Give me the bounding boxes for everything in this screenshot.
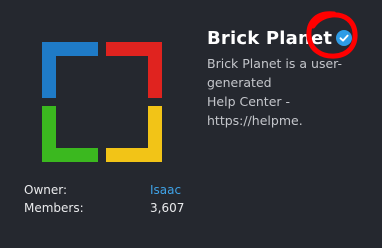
group-info: Brick Planet Brick Planet is a user-gene… [207,24,382,130]
brick-planet-logo-icon [42,42,162,162]
logo-blue-corner [42,42,98,98]
logo-yellow-corner [106,106,162,162]
group-logo [36,36,168,168]
group-name: Brick Planet [207,27,333,49]
group-title-row: Brick Planet [207,24,382,52]
members-count: 3,607 [150,201,185,215]
verified-check-icon [336,30,353,46]
owner-label: Owner: [24,183,68,197]
logo-red-corner [106,42,162,98]
group-description: Brick Planet is a user-generated Help Ce… [207,56,342,128]
group-header-panel: Brick Planet Brick Planet is a user-gene… [0,0,382,248]
members-row: Members: 3,607 [24,201,194,219]
owner-link[interactable]: Isaac [150,183,181,197]
logo-green-corner [42,106,98,162]
group-stats: Owner: Isaac Members: 3,607 [24,183,194,219]
members-label: Members: [24,201,84,215]
owner-row: Owner: Isaac [24,183,194,201]
